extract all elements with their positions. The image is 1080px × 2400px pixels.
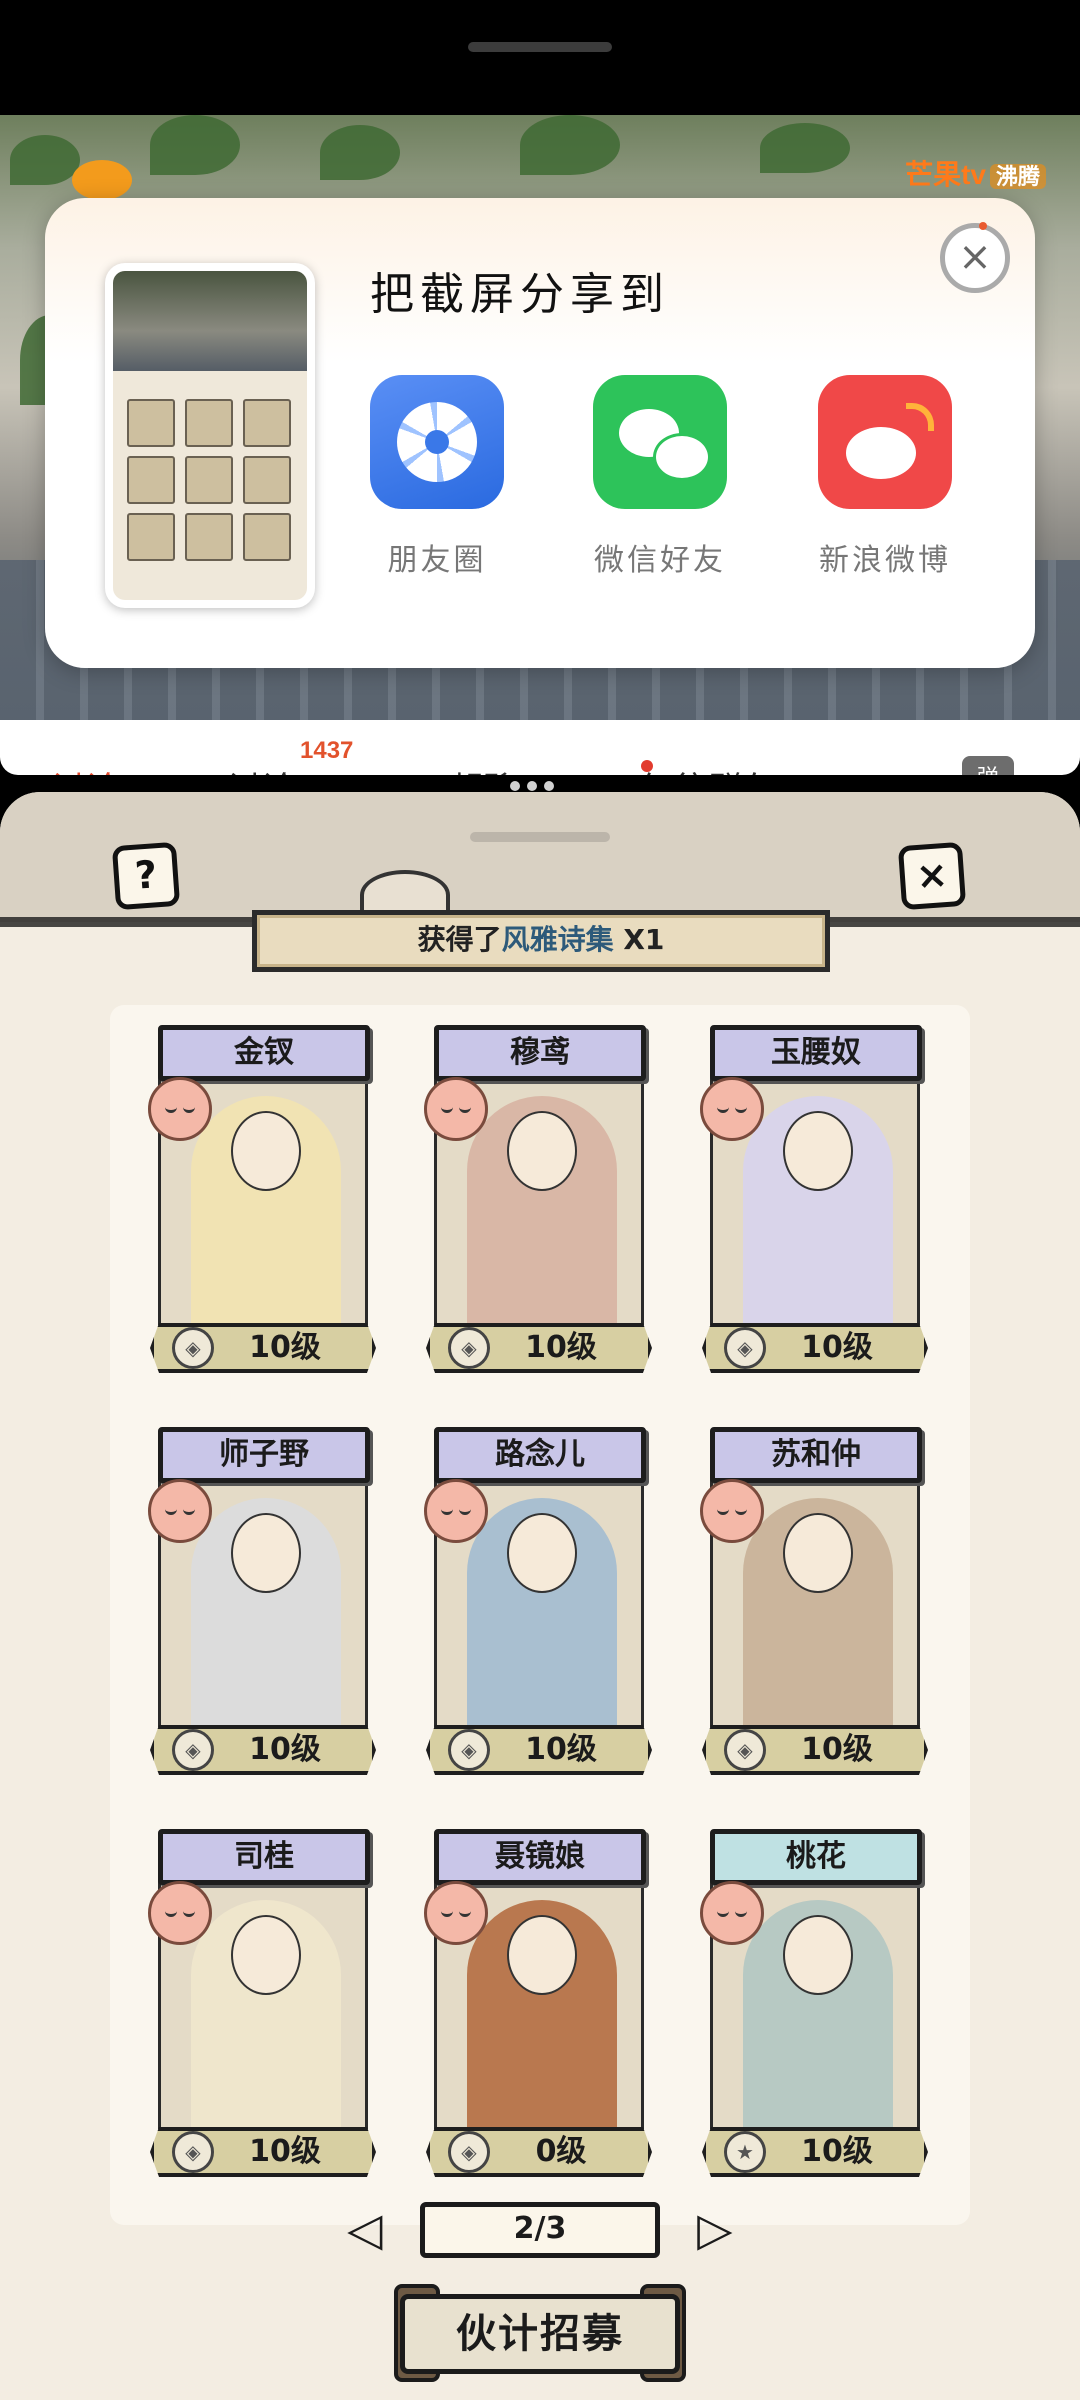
rank-icon: ◈ xyxy=(724,1327,766,1369)
reward-prefix: 获得了 xyxy=(417,923,502,956)
character-card[interactable]: 苏和仲 ◈ 10级 xyxy=(700,1427,928,1787)
star-rank-icon: ★ xyxy=(724,2131,766,2173)
drag-handle[interactable] xyxy=(468,42,612,52)
rank-icon: ◈ xyxy=(172,2131,214,2173)
card-grid: 金钗 ◈ 10级 穆鸢 ◈ 10级 玉腰奴 ◈ 10级 师子野 ◈ 10级 路念… xyxy=(110,1005,970,2225)
leaf-decoration xyxy=(760,123,850,173)
character-card[interactable]: 金钗 ◈ 10级 xyxy=(148,1025,376,1385)
card-level: 10级 xyxy=(801,1732,873,1767)
card-level: 10级 xyxy=(249,1732,321,1767)
tab-strip: 讨论 讨论 起聊 红往群久 弹 xyxy=(0,720,1080,775)
rank-icon: ◈ xyxy=(724,1729,766,1771)
card-name: 师子野 xyxy=(158,1427,370,1483)
card-level: 10级 xyxy=(249,2134,321,2169)
card-name: 金钗 xyxy=(158,1025,370,1081)
notification-dot xyxy=(641,760,653,772)
share-moments-button[interactable]: 朋友圈 xyxy=(337,375,537,579)
share-moments-label: 朋友圈 xyxy=(387,543,487,578)
mood-face-icon xyxy=(148,1881,212,1945)
card-name: 桃花 xyxy=(710,1829,922,1885)
mood-face-icon xyxy=(700,1479,764,1543)
card-level: 10级 xyxy=(249,1330,321,1365)
character-card[interactable]: 司桂 ◈ 10级 xyxy=(148,1829,376,2189)
card-name: 聂镜娘 xyxy=(434,1829,646,1885)
share-weibo-button[interactable]: 新浪微博 xyxy=(785,375,985,579)
card-level: 10级 xyxy=(525,1732,597,1767)
mood-face-icon xyxy=(424,1479,488,1543)
rank-icon: ◈ xyxy=(172,1327,214,1369)
card-name: 路念儿 xyxy=(434,1427,646,1483)
reward-suffix: X1 xyxy=(613,923,665,956)
mango-tv-logo: 芒果tv 沸腾 xyxy=(905,153,1046,193)
panel-drag-handle[interactable] xyxy=(470,832,610,842)
help-button[interactable]: ? xyxy=(111,841,181,911)
card-name: 司桂 xyxy=(158,1829,370,1885)
card-level: 10级 xyxy=(801,2134,873,2169)
card-level: 10级 xyxy=(801,1330,873,1365)
game-panel: ? × 获得了风雅诗集 X1 金钗 ◈ 10级 穆鸢 ◈ 10级 玉腰奴 ◈ 1… xyxy=(0,792,1080,2400)
character-card[interactable]: 师子野 ◈ 10级 xyxy=(148,1427,376,1787)
rank-icon: ◈ xyxy=(448,1729,490,1771)
share-weibo-label: 新浪微博 xyxy=(819,543,951,578)
screenshot-thumbnail[interactable] xyxy=(105,263,315,608)
next-page-arrow-icon[interactable]: ▷ xyxy=(670,2204,760,2254)
card-name: 穆鸢 xyxy=(434,1025,646,1081)
page-indicator: 2/3 xyxy=(420,2202,660,2258)
rank-icon: ◈ xyxy=(172,1729,214,1771)
share-wechat-button[interactable]: 微信好友 xyxy=(560,375,760,579)
mood-face-icon xyxy=(148,1479,212,1543)
character-card[interactable]: 路念儿 ◈ 10级 xyxy=(424,1427,652,1787)
mood-face-icon xyxy=(424,1881,488,1945)
card-name: 玉腰奴 xyxy=(710,1025,922,1081)
hunan-tv-logo xyxy=(72,160,132,200)
mood-face-icon xyxy=(424,1077,488,1141)
card-level: 10级 xyxy=(525,1330,597,1365)
reward-banner: 获得了风雅诗集 X1 xyxy=(252,910,830,972)
page-dots xyxy=(510,776,570,791)
card-level: 0级 xyxy=(535,2134,587,2169)
share-wechat-label: 微信好友 xyxy=(594,543,726,578)
character-card[interactable]: 聂镜娘 ◈ 0级 xyxy=(424,1829,652,2189)
mood-face-icon xyxy=(700,1077,764,1141)
share-screenshot-dialog: 把截屏分享到 × 朋友圈 微信好友 新浪微博 xyxy=(45,198,1035,668)
rank-icon: ◈ xyxy=(448,1327,490,1369)
card-name: 苏和仲 xyxy=(710,1427,922,1483)
tab-hot[interactable]: 讨论 xyxy=(52,762,120,775)
mood-face-icon xyxy=(148,1077,212,1141)
mood-face-icon xyxy=(700,1881,764,1945)
leaf-decoration xyxy=(10,135,80,185)
leaf-decoration xyxy=(150,115,240,175)
rank-icon: ◈ xyxy=(448,2131,490,2173)
leaf-decoration xyxy=(320,125,400,180)
prev-page-arrow-icon[interactable]: ◁ xyxy=(320,2204,410,2254)
status-area xyxy=(0,0,1080,115)
tab-chat[interactable]: 起聊 xyxy=(450,762,518,775)
wechat-icon xyxy=(593,375,727,509)
share-title: 把截屏分享到 xyxy=(370,269,670,320)
character-card[interactable]: 穆鸢 ◈ 10级 xyxy=(424,1025,652,1385)
tab-group[interactable]: 红往群久 xyxy=(640,762,776,775)
leaf-decoration xyxy=(520,115,620,175)
close-button[interactable]: × xyxy=(897,841,967,911)
recruit-button[interactable]: 伙计招募 xyxy=(400,2294,680,2374)
character-card[interactable]: 玉腰奴 ◈ 10级 xyxy=(700,1025,928,1385)
tab-discussion[interactable]: 讨论 xyxy=(228,762,296,775)
danmaku-button[interactable]: 弹 xyxy=(962,756,1014,775)
weibo-icon xyxy=(818,375,952,509)
character-card[interactable]: 桃花 ★ 10级 xyxy=(700,1829,928,2189)
close-icon[interactable]: × xyxy=(940,222,1010,293)
reward-item: 风雅诗集 xyxy=(501,923,614,956)
moments-icon xyxy=(370,375,504,509)
discussion-count-badge: 1437 xyxy=(300,737,354,764)
